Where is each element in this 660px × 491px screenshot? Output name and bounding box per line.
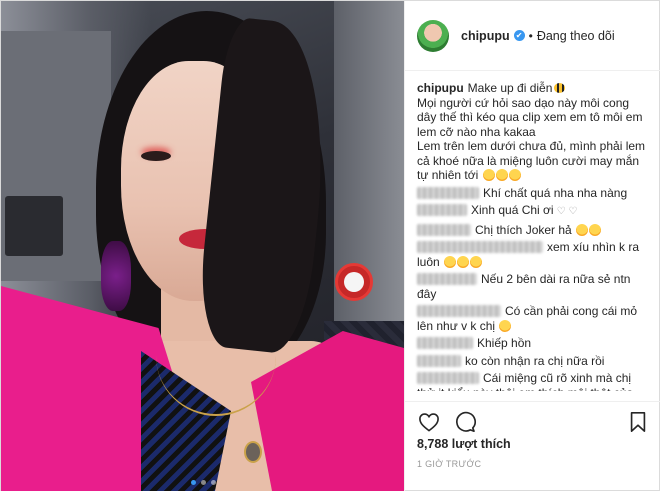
redacted-username[interactable] xyxy=(417,305,501,317)
redacted-username[interactable] xyxy=(417,354,461,367)
post-timestamp[interactable]: 1 GIỜ TRƯỚC xyxy=(417,459,481,469)
comment-text: Chị thích Joker hả xyxy=(475,222,572,237)
header-username[interactable]: chipupu xyxy=(461,29,510,43)
caption-username[interactable]: chipupu xyxy=(417,81,464,95)
likes-count[interactable]: 8,788 lượt thích xyxy=(417,437,511,451)
grin-emoji-icon xyxy=(470,255,483,268)
bee-emoji-icon xyxy=(554,83,566,93)
redacted-username[interactable] xyxy=(417,223,471,236)
carousel-dots xyxy=(191,480,216,485)
comment-item: Chị thích Joker hả xyxy=(417,223,649,238)
grin-emoji-icon xyxy=(444,255,457,268)
comment-item: Khí chất quá nha nha nàng xyxy=(417,186,649,201)
post-actions xyxy=(405,401,660,441)
redacted-username[interactable] xyxy=(417,372,479,384)
comment-text: ko còn nhận ra chị nữa rồi xyxy=(465,353,605,368)
comment-text: Khiếp hồn xyxy=(477,336,532,350)
comment-text: Xinh quá Chi ơi xyxy=(471,203,554,217)
comment-item: Cái miệng cũ rõ xinh mà chị thử it kiểu … xyxy=(417,371,649,391)
comment-item: Nếu 2 bên dài ra nữa sẻ ntn đây xyxy=(417,272,649,301)
redacted-username[interactable] xyxy=(417,241,543,253)
comments-list[interactable]: chipupu Make up đi diễn Mọi người cứ hỏi … xyxy=(405,71,660,391)
redacted-username[interactable] xyxy=(417,186,479,199)
grin-emoji-icon xyxy=(457,255,470,268)
comment-item: Khiếp hồn xyxy=(417,336,649,351)
post-photo[interactable] xyxy=(1,1,404,491)
verified-badge-icon: ✔ xyxy=(513,30,525,41)
post-side-panel: chipupu ✔ • Đang theo dõi chipupu Make up… xyxy=(404,1,660,491)
bookmark-icon xyxy=(630,411,646,432)
like-button[interactable] xyxy=(417,410,441,434)
photo-red-clock xyxy=(335,263,373,301)
caption: chipupu Make up đi diễn Mọi người cứ hỏi … xyxy=(417,81,649,183)
grin-emoji-icon xyxy=(576,223,589,236)
comment-item: Xinh quá Chi ơi ♡ ♡ xyxy=(417,203,649,220)
redacted-username[interactable] xyxy=(417,273,477,285)
photo-background-box xyxy=(5,196,63,256)
caption-line: Make up đi diễn xyxy=(467,81,553,95)
comment-item: ko còn nhận ra chị nữa rồi xyxy=(417,354,649,369)
carousel-dot-active xyxy=(191,480,196,485)
redacted-username[interactable] xyxy=(417,204,467,216)
heart-outline-icon xyxy=(419,412,439,432)
grin-emoji-icon xyxy=(482,169,495,181)
comment-item: Có cần phải cong cái mỏ lên như v k chị xyxy=(417,304,649,333)
heart-emoji-icon: ♡ ♡ xyxy=(556,206,578,217)
comment-button[interactable] xyxy=(453,410,477,434)
header-separator: • xyxy=(528,28,533,43)
redacted-username[interactable] xyxy=(417,337,473,349)
grin-emoji-icon xyxy=(589,223,602,236)
avatar[interactable] xyxy=(417,19,449,52)
caption-line: Mọi người cứ hỏi sao dạo này môi cong dâ… xyxy=(417,95,643,139)
comment-text: Khí chất quá nha nha nàng xyxy=(483,185,628,200)
grin-emoji-icon xyxy=(495,169,508,181)
grin-emoji-icon xyxy=(499,319,512,332)
photo-pendant xyxy=(244,441,262,463)
caption-line: Lem trên lem dưới chưa đủ, mình phải lem… xyxy=(417,139,646,182)
post-header: chipupu ✔ • Đang theo dõi xyxy=(405,1,660,71)
grin-emoji-icon xyxy=(508,169,521,181)
photo-earring xyxy=(101,241,131,311)
comment-bubble-icon xyxy=(456,411,476,432)
save-button[interactable] xyxy=(626,410,650,434)
carousel-dot xyxy=(201,480,206,485)
photo-left-eye xyxy=(141,151,171,161)
comment-item: xem xíu nhìn k ra luôn xyxy=(417,240,649,269)
carousel-dot xyxy=(211,480,216,485)
instagram-post: chipupu ✔ • Đang theo dõi chipupu Make up… xyxy=(0,0,660,491)
follow-status-button[interactable]: Đang theo dõi xyxy=(537,29,615,43)
